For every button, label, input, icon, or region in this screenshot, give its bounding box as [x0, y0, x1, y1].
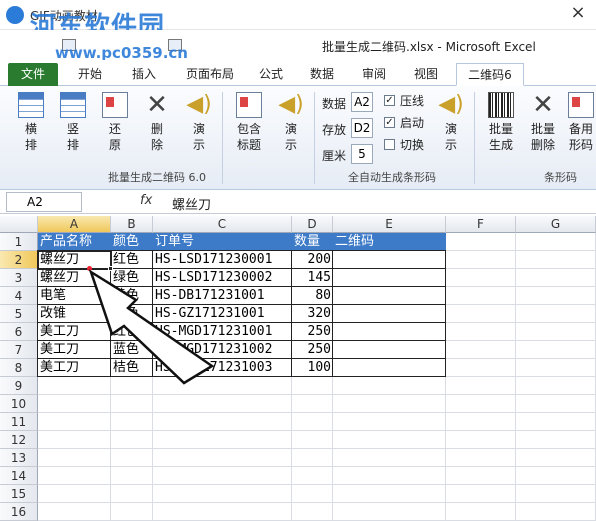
- tab-file[interactable]: 文件: [8, 63, 58, 86]
- app-icon: [6, 6, 24, 24]
- button-label: 排: [66, 138, 79, 152]
- checkbox-label: 启动: [400, 116, 425, 130]
- button-label: 删除: [530, 138, 555, 152]
- batch-generate-button[interactable]: 批量 生成: [484, 92, 518, 153]
- delete-button[interactable]: ✕ 删 除: [142, 92, 172, 153]
- button-label: 演: [192, 122, 205, 136]
- group-separator: [474, 92, 475, 184]
- grid-vertical-icon: [60, 92, 86, 118]
- tab-page-layout[interactable]: 页面布局: [178, 63, 242, 86]
- button-label: 批量: [530, 122, 555, 136]
- data-label: 数据: [322, 97, 347, 111]
- restore-button[interactable]: 还 原: [100, 92, 130, 153]
- group-separator: [314, 92, 315, 184]
- data-cell-field[interactable]: A2: [351, 92, 373, 112]
- button-label: 包含: [236, 122, 261, 136]
- backup-barcode-button[interactable]: 备用 形码: [566, 92, 596, 153]
- close-icon[interactable]: ×: [568, 3, 588, 23]
- card-icon: [236, 92, 262, 118]
- store-cell-field[interactable]: D2: [351, 118, 373, 138]
- tab-formulas[interactable]: 公式: [252, 63, 290, 86]
- vertical-layout-button[interactable]: 竖 排: [58, 92, 88, 153]
- fx-icon[interactable]: fx: [140, 193, 152, 208]
- group-label-barcode-auto: 全自动生成条形码: [348, 171, 436, 184]
- button-label: 演: [444, 122, 457, 136]
- press-line-checkbox[interactable]: ✓: [384, 95, 395, 106]
- button-label: 形码: [568, 138, 593, 152]
- ribbon: 横 排 竖 排 还 原 ✕ 删 除 ◀) 演 示 包含 标题 ◀) 演 示 批量…: [0, 86, 596, 190]
- batch-delete-button[interactable]: ✕ 批量 删除: [526, 92, 560, 153]
- cm-label: 厘米: [322, 149, 347, 163]
- speaker-icon: ◀): [186, 92, 212, 117]
- button-label: 示: [284, 138, 297, 152]
- button-label: 生成: [488, 138, 513, 152]
- button-label: 标题: [236, 138, 261, 152]
- button-label: 演: [284, 122, 297, 136]
- checkbox-label: 压线: [400, 94, 425, 108]
- button-label: 除: [150, 138, 163, 152]
- barcode-icon: [488, 92, 514, 118]
- card-icon: [102, 92, 128, 118]
- excel-window-title: 批量生成二维码.xlsx - Microsoft Excel: [322, 40, 536, 54]
- button-label: 排: [24, 138, 37, 152]
- tab-insert[interactable]: 插入: [124, 63, 164, 86]
- card-icon: [568, 92, 594, 118]
- button-label: 原: [108, 138, 121, 152]
- tab-data[interactable]: 数据: [302, 63, 342, 86]
- tab-qrcode6[interactable]: 二维码6: [456, 63, 524, 86]
- tab-review[interactable]: 审阅: [354, 63, 394, 86]
- auto-start-checkbox[interactable]: ✓: [384, 117, 395, 128]
- button-label: 横: [24, 122, 37, 136]
- switch-checkbox[interactable]: [384, 139, 395, 150]
- include-title-button[interactable]: 包含 标题: [232, 92, 266, 153]
- ribbon-tabs: 文件 开始 插入 页面布局 公式 数据 审阅 视图 二维码6: [0, 60, 596, 86]
- tab-home[interactable]: 开始: [70, 63, 110, 86]
- checkbox-label: 切换: [400, 138, 425, 152]
- demo-button-3[interactable]: ◀) 演 示: [436, 92, 466, 153]
- store-label: 存放: [322, 123, 347, 137]
- demo-button-2[interactable]: ◀) 演 示: [276, 92, 306, 153]
- delete-x-icon: ✕: [146, 90, 168, 120]
- cm-size-field[interactable]: 5: [351, 144, 373, 164]
- group-label-barcode: 条形码: [544, 171, 577, 184]
- demo-button[interactable]: ◀) 演 示: [184, 92, 214, 153]
- button-label: 示: [192, 138, 205, 152]
- group-label-batch-qr: 批量生成二维码 6.0: [108, 171, 206, 184]
- button-label: 批量: [488, 122, 513, 136]
- arrow-pointer-icon: [88, 269, 215, 385]
- tab-view[interactable]: 视图: [406, 63, 446, 86]
- formula-bar: A2 fx 螺丝刀: [0, 190, 596, 214]
- grid-horizontal-icon: [18, 92, 44, 118]
- speaker-icon: ◀): [278, 92, 304, 117]
- button-label: 示: [444, 138, 457, 152]
- worksheet-grid[interactable]: A B C D E F G 1 2 3 4 5 6 7 8 9 10 11 12 13 14 15 16 产品名称 颜色 订单号数…: [0, 216, 596, 521]
- delete-x-icon: ✕: [532, 90, 554, 120]
- group-separator: [222, 92, 223, 184]
- button-label: 还: [108, 122, 121, 136]
- speaker-icon: ◀): [438, 92, 464, 117]
- arrow-pointer-shape: [88, 269, 215, 385]
- button-label: 竖: [66, 122, 79, 136]
- formula-input[interactable]: 螺丝刀: [172, 194, 211, 213]
- name-box[interactable]: A2: [6, 192, 82, 212]
- button-label: 备用: [568, 122, 593, 136]
- button-label: 删: [150, 122, 163, 136]
- horizontal-layout-button[interactable]: 横 排: [16, 92, 46, 153]
